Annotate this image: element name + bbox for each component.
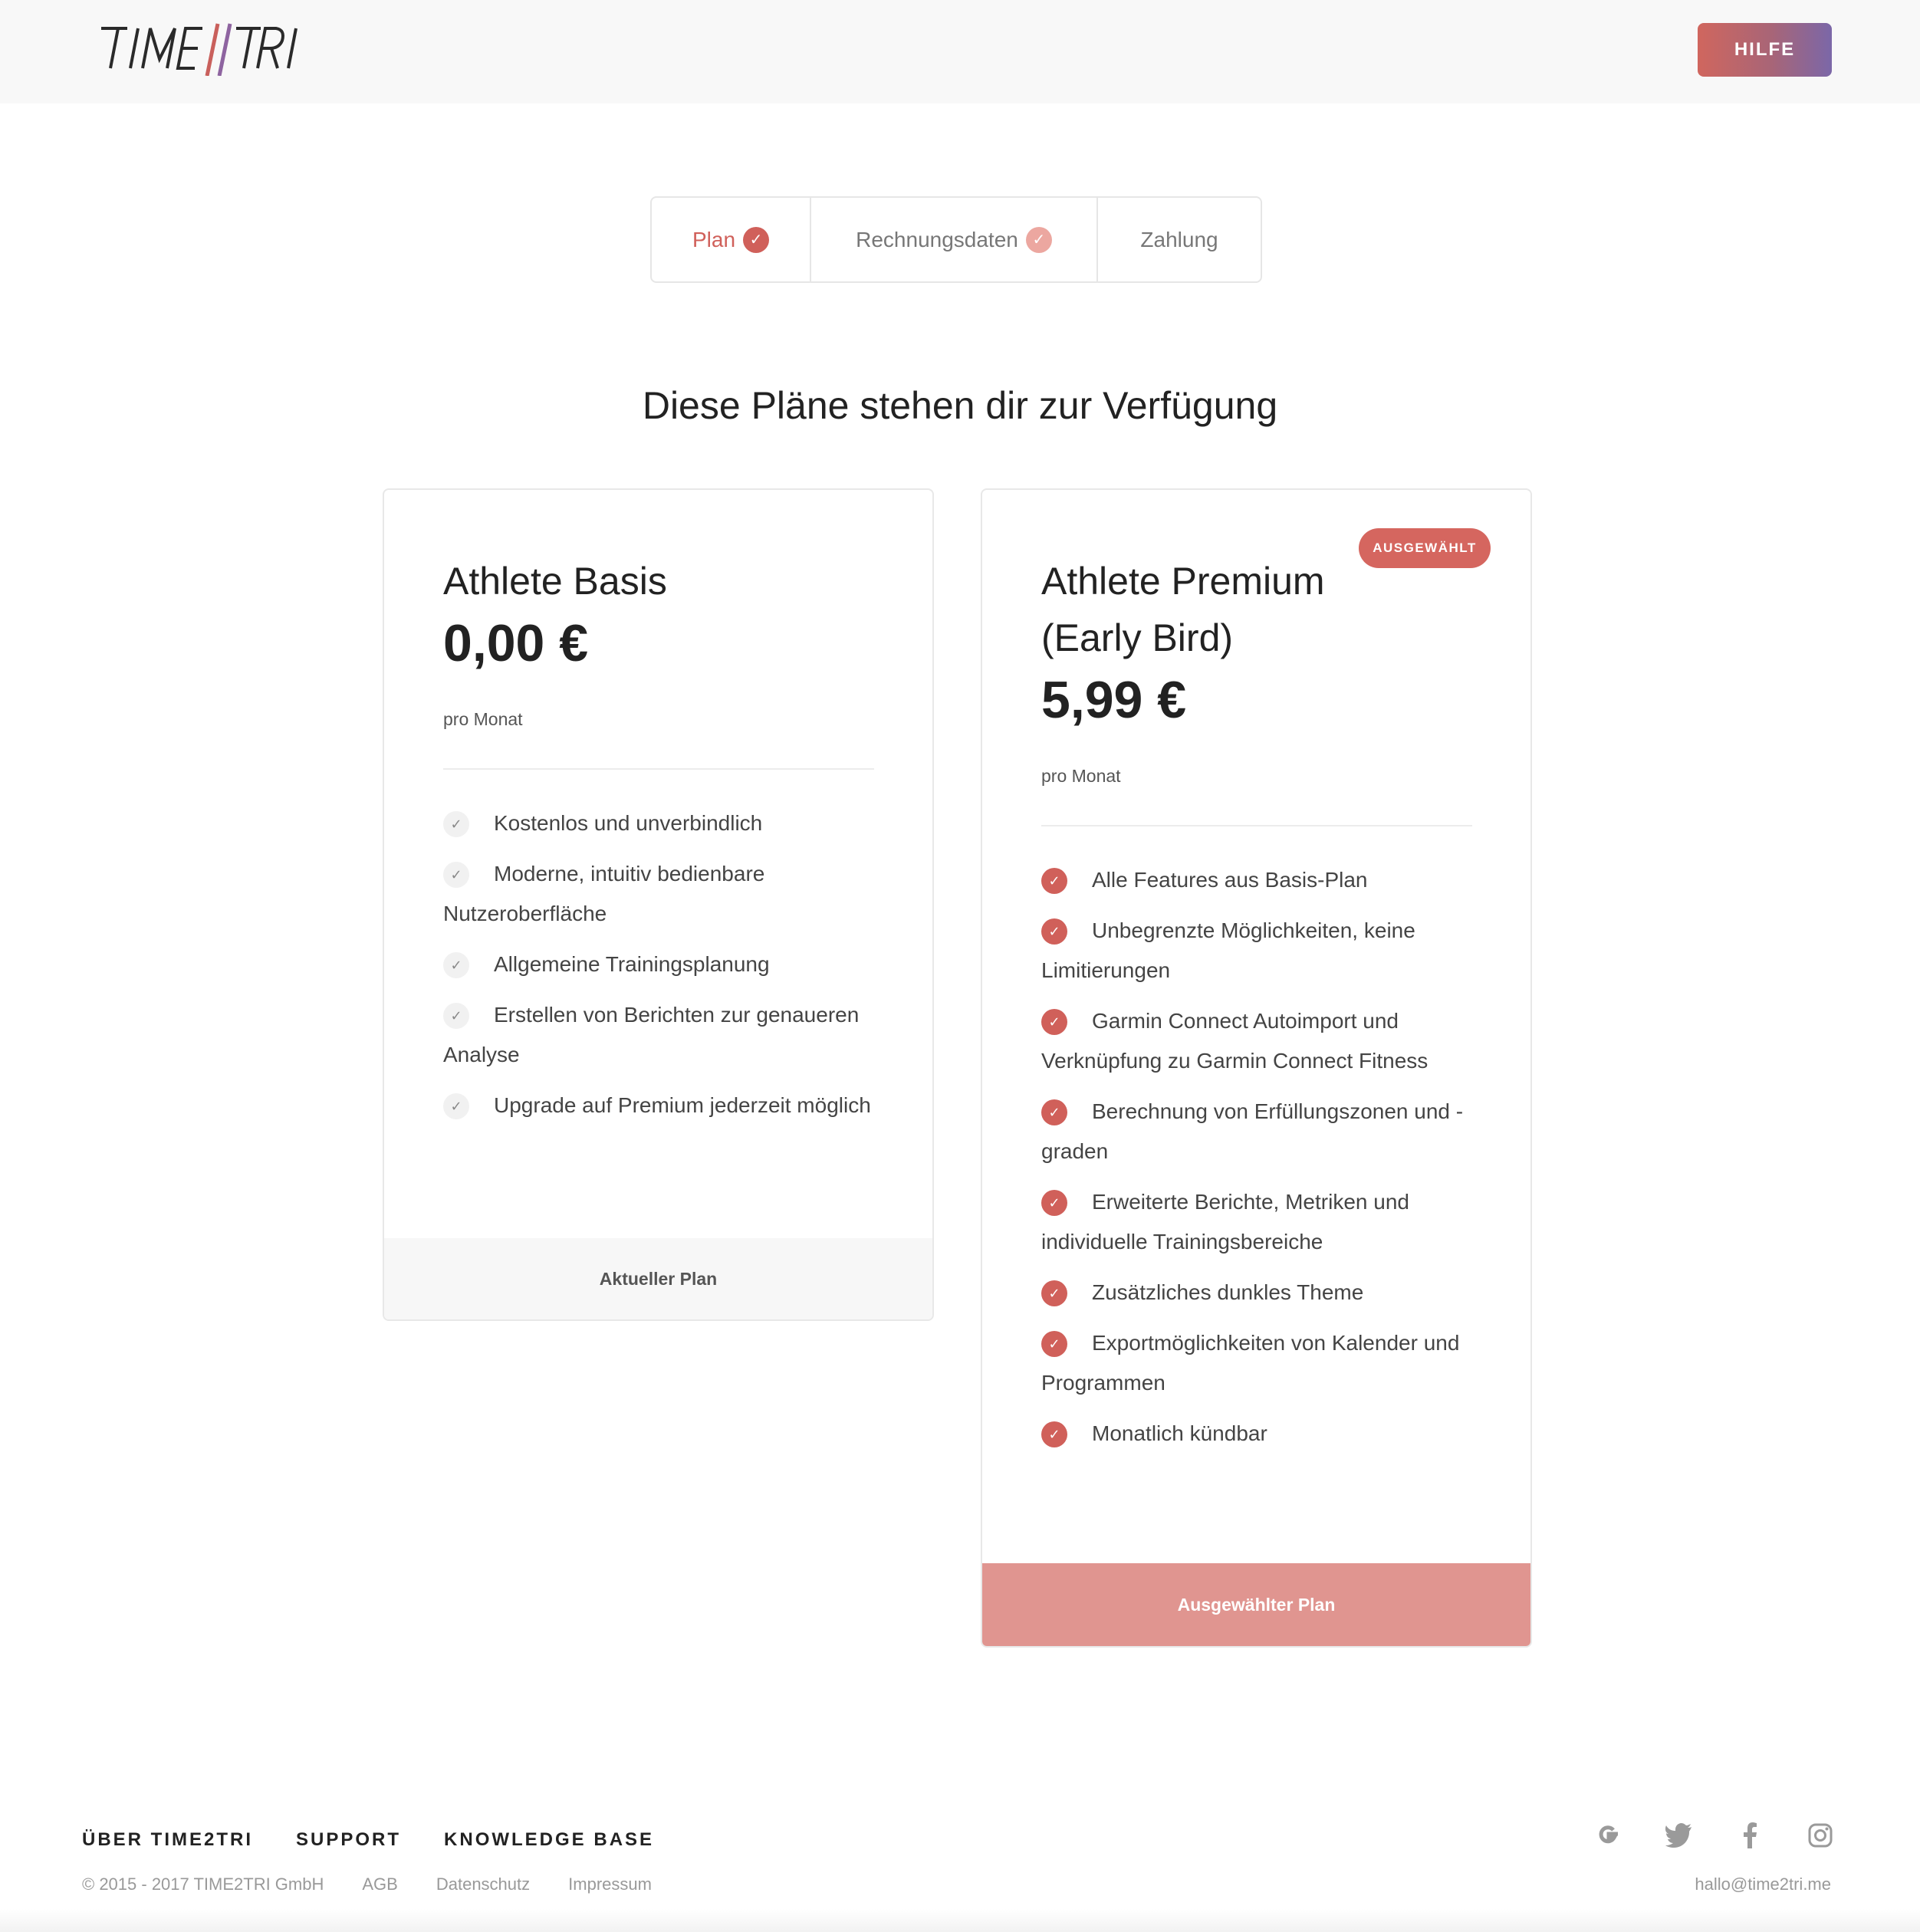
- check-icon: ✓: [1041, 868, 1067, 894]
- plan-name-line2: (Early Bird): [1041, 616, 1234, 659]
- page: HILFE Plan ✓ Rechnungsdaten ✓ Zahlung Di…: [0, 0, 1920, 1932]
- logo-mark: [101, 23, 298, 76]
- google-icon[interactable]: [1595, 1822, 1622, 1849]
- plan-period: pro Monat: [1041, 766, 1121, 786]
- check-icon: ✓: [443, 1003, 469, 1029]
- feature-item: ✓ Upgrade auf Premium jederzeit möglich: [443, 1086, 874, 1125]
- copyright: © 2015 - 2017 TIME2TRI GmbH: [82, 1875, 324, 1894]
- check-icon: ✓: [443, 862, 469, 888]
- page-title: Diese Pläne stehen dir zur Verfügung: [642, 384, 1278, 427]
- check-icon: ✓: [443, 952, 469, 978]
- logo[interactable]: [95, 21, 299, 76]
- feature-item: ✓ Alle Features aus Basis-Plan: [1041, 860, 1472, 900]
- check-icon: ✓: [1041, 918, 1067, 945]
- legal-links: © 2015 - 2017 TIME2TRI GmbH AGB Datensch…: [82, 1875, 652, 1894]
- check-icon: ✓: [1041, 1280, 1067, 1306]
- check-icon: ✓: [1041, 1190, 1067, 1216]
- plan-card-premium[interactable]: AUSGEWÄHLT Athlete Premium (Early Bird) …: [981, 488, 1532, 1648]
- check-icon: ✓: [443, 811, 469, 837]
- feature-item: ✓ Unbegrenzte Möglichkeiten, keine Limiti…: [1041, 918, 1415, 982]
- feature-item: ✓ Berechnung von Erfüllungszonen und -gra…: [1041, 1099, 1464, 1163]
- plan-name: Athlete Premium (Early Bird): [1041, 553, 1472, 666]
- feature-list: ✓ Kostenlos und unverbindlich ✓ Moderne, i…: [443, 803, 874, 1125]
- checkout-stepper: Plan ✓ Rechnungsdaten ✓ Zahlung: [650, 196, 1262, 283]
- footer-link-support[interactable]: SUPPORT: [296, 1829, 401, 1851]
- step-billing-label: Rechnungsdaten: [856, 227, 1018, 251]
- check-icon: ✓: [1025, 226, 1052, 253]
- feature-item: ✓ Garmin Connect Autoimport und Verknüpfu…: [1041, 1009, 1428, 1073]
- step-payment-label: Zahlung: [1140, 227, 1218, 251]
- bottom-strip: [0, 1909, 1920, 1932]
- plan-card-basic[interactable]: Athlete Basis 0,00 € pro Monat ✓ Kostenlo…: [383, 488, 934, 1321]
- feature-list: ✓ Alle Features aus Basis-Plan ✓ Unbegrenz…: [1041, 860, 1472, 1454]
- feature-item: ✓ Zusätzliches dunkles Theme: [1041, 1273, 1472, 1313]
- plan-period: pro Monat: [443, 709, 523, 729]
- selected-plan-button[interactable]: Ausgewählter Plan: [982, 1563, 1530, 1646]
- check-icon: ✓: [743, 226, 770, 253]
- feature-item: ✓ Allgemeine Trainingsplanung: [443, 945, 874, 984]
- divider: [443, 768, 874, 770]
- step-payment[interactable]: Zahlung: [1096, 198, 1261, 281]
- feature-item: ✓ Erstellen von Berichten zur genaueren A…: [443, 1003, 860, 1066]
- contact-email-link[interactable]: hallo@time2tri.me: [1695, 1875, 1831, 1894]
- feature-item: ✓ Moderne, intuitiv bedienbare Nutzerober…: [443, 862, 765, 925]
- footer-link-about[interactable]: ÜBER TIME2TRI: [82, 1829, 253, 1851]
- social-links: [1595, 1822, 1834, 1849]
- footer-nav: ÜBER TIME2TRI SUPPORT KNOWLEDGE BASE: [82, 1829, 654, 1851]
- feature-item: ✓ Exportmöglichkeiten von Kalender und Pr…: [1041, 1331, 1460, 1395]
- instagram-icon[interactable]: [1807, 1822, 1834, 1849]
- legal-link-agb[interactable]: AGB: [362, 1875, 397, 1894]
- feature-item: ✓ Erweiterte Berichte, Metriken und indiv…: [1041, 1190, 1409, 1254]
- current-plan-label: Aktueller Plan: [384, 1238, 932, 1319]
- plan-name: Athlete Basis: [443, 560, 667, 603]
- top-bar: HILFE: [0, 0, 1920, 104]
- plan-name-line1: Athlete Premium: [1041, 560, 1325, 603]
- facebook-icon[interactable]: [1736, 1822, 1764, 1849]
- check-icon: ✓: [443, 1093, 469, 1119]
- plan-price: 0,00 €: [443, 614, 589, 672]
- twitter-icon[interactable]: [1665, 1822, 1693, 1849]
- step-billing[interactable]: Rechnungsdaten ✓: [810, 198, 1096, 281]
- step-plan-label: Plan: [692, 227, 736, 251]
- check-icon: ✓: [1041, 1331, 1067, 1357]
- feature-item: ✓ Kostenlos und unverbindlich: [443, 803, 874, 843]
- step-plan[interactable]: Plan ✓: [652, 198, 810, 281]
- legal-link-impressum[interactable]: Impressum: [568, 1875, 652, 1894]
- divider: [1041, 825, 1472, 826]
- feature-item: ✓ Monatlich kündbar: [1041, 1414, 1472, 1454]
- legal-link-datenschutz[interactable]: Datenschutz: [436, 1875, 530, 1894]
- check-icon: ✓: [1041, 1421, 1067, 1447]
- footer-link-knowledge-base[interactable]: KNOWLEDGE BASE: [444, 1829, 654, 1851]
- plan-price: 5,99 €: [1041, 671, 1187, 729]
- check-icon: ✓: [1041, 1009, 1067, 1035]
- help-button[interactable]: HILFE: [1698, 23, 1832, 77]
- check-icon: ✓: [1041, 1099, 1067, 1125]
